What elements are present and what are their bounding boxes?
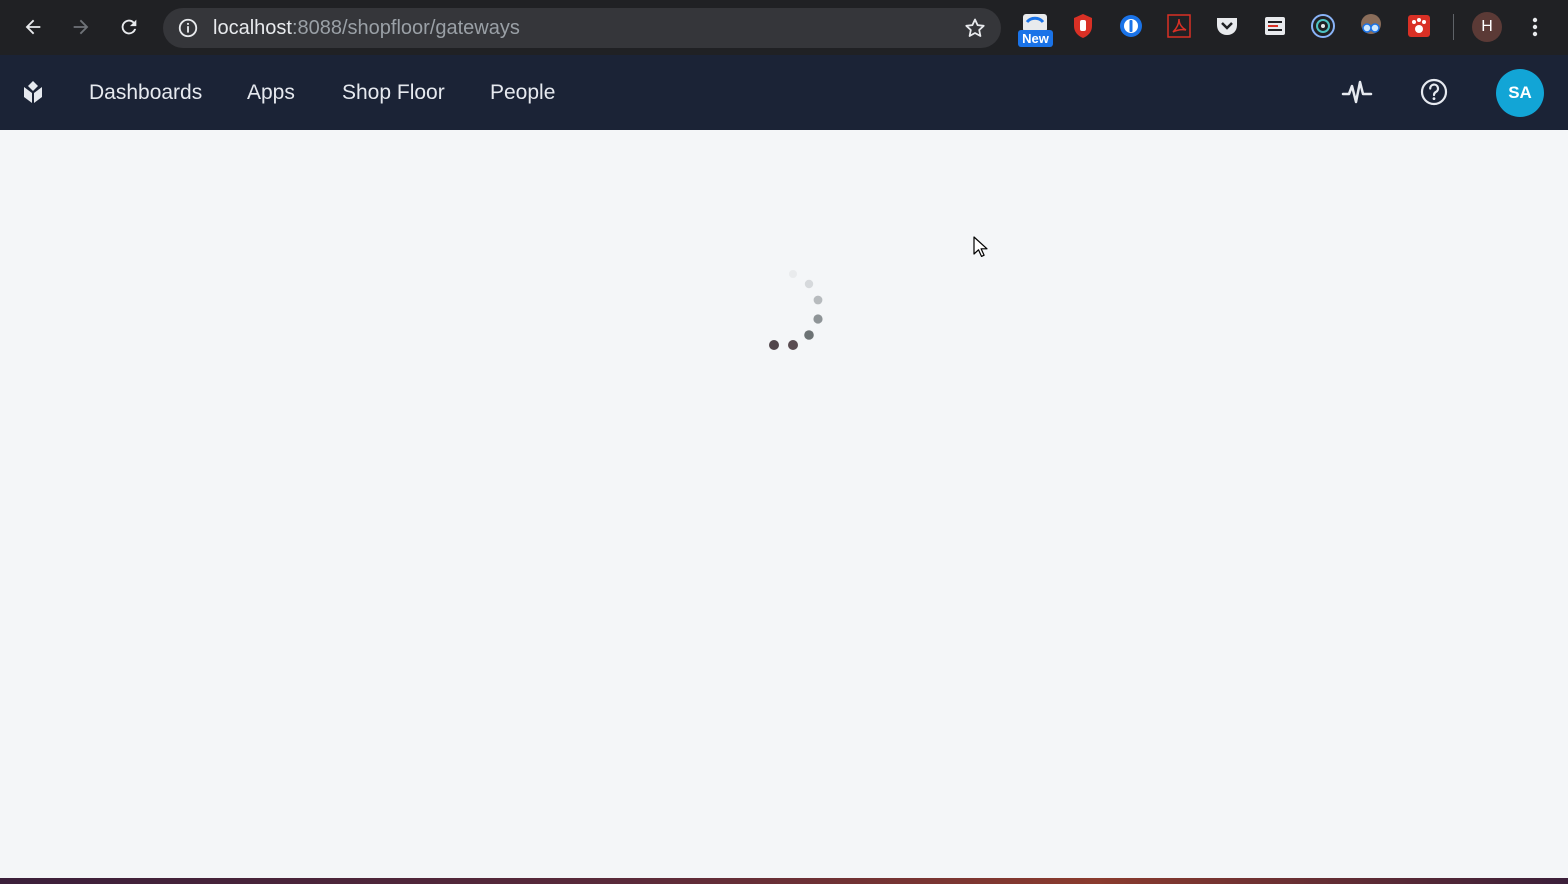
reload-button[interactable]	[110, 8, 148, 46]
extension-pocket-icon[interactable]	[1213, 12, 1241, 40]
app-header: Dashboards Apps Shop Floor People SA	[0, 55, 1568, 130]
forward-arrow-icon	[73, 19, 89, 35]
mouse-cursor-icon	[973, 236, 988, 257]
main-content	[0, 130, 1568, 878]
desktop-background-strip	[0, 878, 1568, 884]
nav-people[interactable]: People	[490, 80, 555, 106]
info-icon[interactable]	[177, 17, 199, 39]
activity-pulse-icon[interactable]	[1340, 76, 1374, 110]
extension-reader-icon[interactable]	[1261, 12, 1289, 40]
browser-profile-avatar[interactable]: H	[1472, 12, 1502, 42]
url-path: :8088/shopfloor/gateways	[291, 17, 520, 39]
forward-button[interactable]	[62, 8, 100, 46]
toolbar-separator	[1453, 14, 1454, 40]
extension-password-icon[interactable]	[1117, 12, 1145, 40]
reload-icon	[121, 19, 137, 35]
nav-apps[interactable]: Apps	[247, 80, 295, 106]
extension-glasses-icon[interactable]	[1357, 12, 1385, 40]
address-bar[interactable]: localhost:8088/shopfloor/gateways	[163, 8, 1001, 48]
url-host: localhost	[213, 17, 292, 39]
extension-paw-icon[interactable]	[1405, 12, 1433, 40]
loading-spinner-icon	[769, 270, 823, 350]
nav-dashboards[interactable]: Dashboards	[89, 80, 202, 106]
star-icon[interactable]	[963, 16, 987, 40]
help-icon[interactable]	[1418, 76, 1450, 108]
extension-pdf-icon[interactable]	[1165, 12, 1193, 40]
extension-target-icon[interactable]	[1309, 12, 1337, 40]
new-badge: New	[1018, 30, 1053, 47]
more-vert-icon	[1532, 17, 1538, 37]
user-avatar[interactable]: SA	[1496, 69, 1544, 117]
extension-hand-icon[interactable]	[1069, 12, 1097, 40]
back-arrow-icon	[25, 19, 41, 35]
browser-menu-button[interactable]	[1522, 13, 1548, 41]
tulip-logo-icon[interactable]	[18, 77, 48, 107]
address-url: localhost:8088/shopfloor/gateways	[213, 17, 520, 39]
nav-shop-floor[interactable]: Shop Floor	[342, 80, 445, 106]
browser-toolbar: localhost:8088/shopfloor/gateways New H	[0, 0, 1568, 55]
back-button[interactable]	[14, 8, 52, 46]
